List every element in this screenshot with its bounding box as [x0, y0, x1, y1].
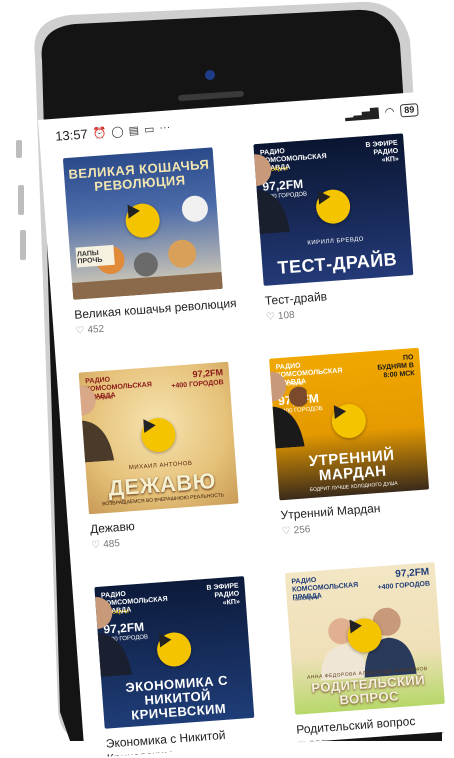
play-button[interactable] — [330, 402, 368, 440]
heart-icon: ♡ — [265, 311, 276, 323]
laptop-icon: ▭ — [143, 123, 155, 136]
podcast-card[interactable]: ВЕЛИКАЯ КОШАЧЬЯ РЕВОЛЮЦИЯ ЛАПЫ ПРОЧЬ Вел… — [62, 146, 243, 337]
podcast-card[interactable]: РАДИО КОМСОМОЛЬСКАЯ ПРАВДА radiokp.ru 97… — [253, 132, 433, 323]
cover-tag: В ЭФИРЕ РАДИО «КП» — [365, 139, 400, 164]
host-portrait — [269, 371, 309, 451]
podcast-cover[interactable]: РАДИО КОМСОМОЛЬСКАЯ ПРАВДА radiokp.ru 97… — [284, 562, 445, 715]
battery-icon: 89 — [399, 102, 419, 117]
play-icon — [317, 190, 331, 205]
podcast-grid: ВЕЛИКАЯ КОШАЧЬЯ РЕВОЛЮЦИЯ ЛАПЫ ПРОЧЬ Вел… — [40, 125, 454, 758]
podcast-card[interactable]: РАДИО КОМСОМОЛЬСКАЯ ПРАВДА radiokp.ru 97… — [284, 561, 454, 753]
podcast-cover[interactable]: РАДИО КОМСОМОЛЬСКАЯ ПРАВДА radiokp.ru 97… — [94, 576, 255, 729]
cover-tag: ПО БУДНЯМ В 8:00 МСК — [377, 354, 415, 380]
podcast-cover[interactable]: РАДИО КОМСОМОЛЬСКАЯ ПРАВДА radiokp.ru 97… — [78, 361, 239, 515]
mute-switch[interactable] — [16, 140, 22, 158]
overflow-icon: ··· — [158, 121, 171, 135]
cover-heading: ЭКОНОМИКА С НИКИТОЙ КРИЧЕВСКИМ — [124, 672, 229, 723]
signal-icon: ▂▃▅▇ — [344, 106, 380, 121]
podcast-cover[interactable]: ВЕЛИКАЯ КОШАЧЬЯ РЕВОЛЮЦИЯ ЛАПЫ ПРОЧЬ — [62, 147, 223, 300]
phone-screen: 13:57 ⏰ ◯ ▤ ▭ ··· ▂▃▅▇ ◠ 89 ВЕЛИКАЯ КОША… — [38, 90, 454, 758]
cover-heading: ТЕСТ-ДРАЙВ — [276, 249, 398, 278]
heart-icon: ♡ — [297, 740, 307, 752]
host-portrait — [94, 597, 132, 680]
podcast-cover[interactable]: РАДИО КОМСОМОЛЬСКАЯ ПРАВДА radiokp.ru 97… — [253, 133, 414, 286]
podcast-title[interactable]: Экономика с Никитой Кричевским — [105, 724, 274, 758]
message-icon: ▤ — [128, 124, 140, 137]
play-icon — [158, 633, 172, 648]
wifi-icon: ◠ — [384, 105, 395, 119]
whatsapp-icon: ◯ — [110, 125, 125, 139]
play-button[interactable] — [155, 631, 193, 668]
cover-tag: В ЭФИРЕ РАДИО «КП» — [206, 582, 241, 607]
podcast-card[interactable]: РАДИО КОМСОМОЛЬСКАЯ ПРАВДА radiokp.ru 97… — [269, 346, 449, 537]
likes-value: 256 — [293, 524, 311, 537]
podcast-card[interactable]: РАДИО КОМСОМОЛЬСКАЯ ПРАВДА radiokp.ru 97… — [78, 360, 259, 552]
podcast-card[interactable]: РАДИО КОМСОМОЛЬСКАЯ ПРАВДА radiokp.ru 97… — [94, 575, 274, 758]
heart-icon: ♡ — [281, 525, 292, 538]
cover-host: КИРИЛЛ БРЕВДО — [307, 236, 365, 247]
host-portrait — [253, 154, 290, 237]
play-icon — [127, 204, 140, 219]
front-camera — [205, 70, 215, 80]
cover-sign-text: ЛАПЫ ПРОЧЬ — [76, 249, 103, 266]
play-icon — [349, 619, 362, 634]
play-icon — [143, 419, 156, 434]
podcast-cover[interactable]: РАДИО КОМСОМОЛЬСКАЯ ПРАВДА radiokp.ru 97… — [269, 347, 430, 501]
likes-value: 108 — [277, 309, 296, 322]
status-time: 13:57 — [54, 125, 89, 144]
heart-icon: ♡ — [75, 325, 85, 337]
play-button[interactable] — [140, 416, 177, 454]
alarm-icon: ⏰ — [92, 126, 107, 140]
likes-value: 386 — [309, 738, 327, 751]
cover-frequency: 97,2FM — [192, 367, 224, 380]
play-button[interactable] — [314, 188, 352, 225]
heart-icon: ♡ — [90, 539, 101, 552]
volume-down-button[interactable] — [20, 230, 26, 260]
likes-value: 452 — [87, 323, 105, 336]
cover-cities: +400 ГОРОДОВ — [171, 379, 224, 390]
likes-value: 485 — [102, 538, 121, 551]
volume-up-button[interactable] — [18, 185, 24, 215]
play-icon — [333, 405, 347, 420]
phone-device: 13:57 ⏰ ◯ ▤ ▭ ··· ▂▃▅▇ ◠ 89 ВЕЛИКАЯ КОША… — [0, 0, 454, 758]
host-portrait — [78, 385, 115, 465]
